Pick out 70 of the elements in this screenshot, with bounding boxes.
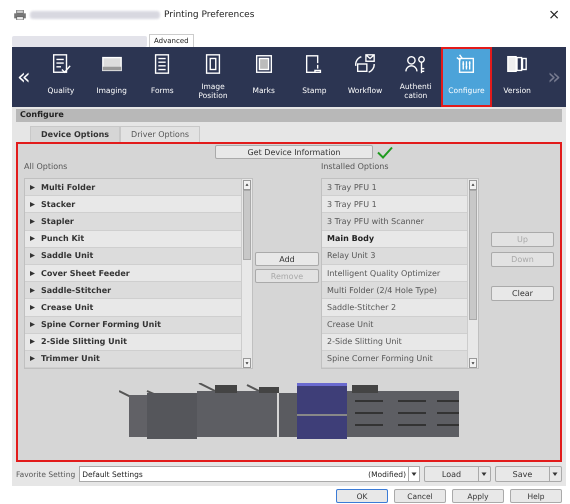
option-row[interactable]: 2-Side Slitting Unit	[25, 334, 241, 351]
installed-option[interactable]: Intelligent Quality Optimizer	[322, 264, 467, 282]
option-name: Punch Kit	[41, 234, 84, 244]
installed-option[interactable]: 3 Tray PFU with Scanner	[322, 213, 467, 231]
pages-icon	[506, 53, 528, 75]
option-name: Stapler	[41, 216, 74, 226]
installed-option[interactable]: Multi Folder (2/4 Hole Type)	[322, 282, 467, 300]
printer-mail-icon	[354, 53, 376, 75]
installed-option[interactable]: Main Body	[322, 230, 467, 248]
installed-option[interactable]: 2-Side Slitting Unit	[322, 334, 467, 351]
scrollbar[interactable]	[241, 179, 252, 368]
favorite-action-button[interactable]: Load	[424, 466, 479, 482]
printer-icon	[14, 10, 26, 20]
option-name: Trimmer Unit	[41, 354, 100, 364]
expand-arrow-icon[interactable]	[30, 202, 35, 207]
get-device-info-button[interactable]: Get Device Information	[215, 145, 373, 159]
option-row[interactable]: Saddle Unit	[25, 248, 241, 265]
installed-option[interactable]: Saddle-Stitcher 2	[322, 299, 467, 316]
scroll-down-icon[interactable]	[469, 358, 477, 368]
order-button[interactable]: Clear	[491, 286, 554, 301]
option-name: Multi Folder	[41, 182, 96, 192]
installed-option[interactable]: Spine Corner Forming Unit	[322, 350, 467, 368]
options-tab[interactable]: Device Options	[30, 126, 120, 142]
option-row[interactable]: Punch Kit	[25, 230, 241, 248]
option-name: Stacker	[41, 200, 76, 209]
dropdown-caret-button[interactable]	[479, 466, 491, 482]
option-row[interactable]: Multi Folder	[25, 179, 241, 196]
option-name: Crease Unit	[41, 302, 94, 312]
expand-arrow-icon[interactable]	[30, 304, 35, 310]
expand-arrow-icon[interactable]	[30, 339, 35, 344]
installed-option[interactable]: Relay Unit 3	[322, 248, 467, 265]
option-row[interactable]: Cover Sheet Feeder	[25, 264, 241, 282]
installed-option[interactable]: 3 Tray PFU 1	[322, 179, 467, 196]
dropdown-caret-icon[interactable]	[408, 467, 419, 481]
expand-arrow-icon[interactable]	[30, 288, 35, 293]
list-label: All Options	[24, 162, 68, 173]
scroll-up-icon[interactable]	[469, 180, 477, 190]
dropdown-caret-button[interactable]	[550, 466, 562, 482]
expand-arrow-icon[interactable]	[30, 236, 35, 242]
expand-arrow-icon[interactable]	[30, 218, 35, 224]
scrollbar[interactable]	[467, 179, 478, 368]
favorite-action-button[interactable]: Save	[495, 466, 550, 482]
option-row[interactable]: Stapler	[25, 213, 241, 231]
option-name: Spine Corner Forming Unit	[41, 320, 161, 330]
window-title: Printing Preferences	[164, 10, 254, 20]
option-name: Saddle-Stitcher	[41, 286, 112, 295]
check-icon	[377, 146, 393, 158]
option-row[interactable]: Stacker	[25, 196, 241, 214]
list-action-button[interactable]: Add	[255, 252, 319, 266]
scroll-down-icon[interactable]	[243, 358, 251, 368]
option-name: Saddle Unit	[41, 251, 94, 260]
section-title: Configure	[16, 109, 562, 122]
installed-option[interactable]: Crease Unit	[322, 316, 467, 334]
expand-arrow-icon[interactable]	[30, 322, 35, 328]
expand-arrow-icon[interactable]	[30, 184, 35, 190]
expand-arrow-icon[interactable]	[30, 356, 35, 362]
options-tab[interactable]: Driver Options	[120, 126, 200, 142]
option-name: Cover Sheet Feeder	[41, 268, 130, 278]
close-button[interactable]: ×	[546, 7, 562, 23]
expand-arrow-icon[interactable]	[30, 253, 35, 258]
installed-option[interactable]: 3 Tray PFU 1	[322, 196, 467, 214]
option-row[interactable]: Crease Unit	[25, 299, 241, 316]
person-key-icon	[404, 53, 427, 75]
option-name: 2-Side Slitting Unit	[41, 337, 127, 346]
list-label: Installed Options	[321, 162, 390, 173]
option-row[interactable]: Saddle-Stitcher	[25, 282, 241, 300]
option-row[interactable]: Spine Corner Forming Unit	[25, 316, 241, 334]
option-row[interactable]: Trimmer Unit	[25, 350, 241, 368]
scroll-up-icon[interactable]	[243, 180, 251, 190]
expand-arrow-icon[interactable]	[30, 270, 35, 276]
